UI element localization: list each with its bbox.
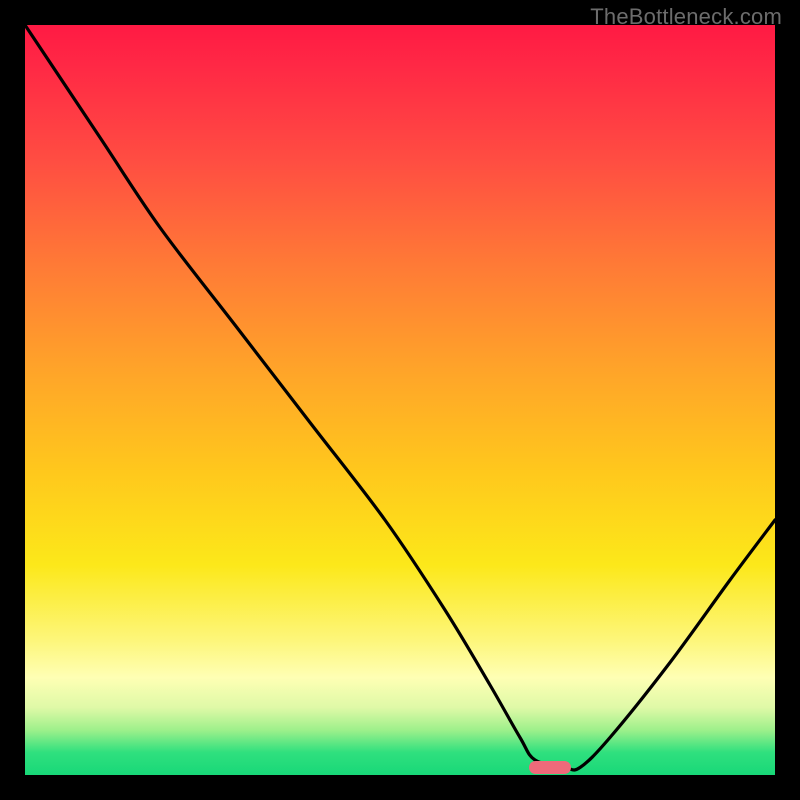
watermark-text: TheBottleneck.com bbox=[590, 4, 782, 30]
bottleneck-curve bbox=[25, 25, 775, 775]
curve-path bbox=[25, 25, 775, 770]
plot-area bbox=[25, 25, 775, 775]
chart-frame: TheBottleneck.com bbox=[0, 0, 800, 800]
optimum-marker bbox=[529, 761, 570, 775]
